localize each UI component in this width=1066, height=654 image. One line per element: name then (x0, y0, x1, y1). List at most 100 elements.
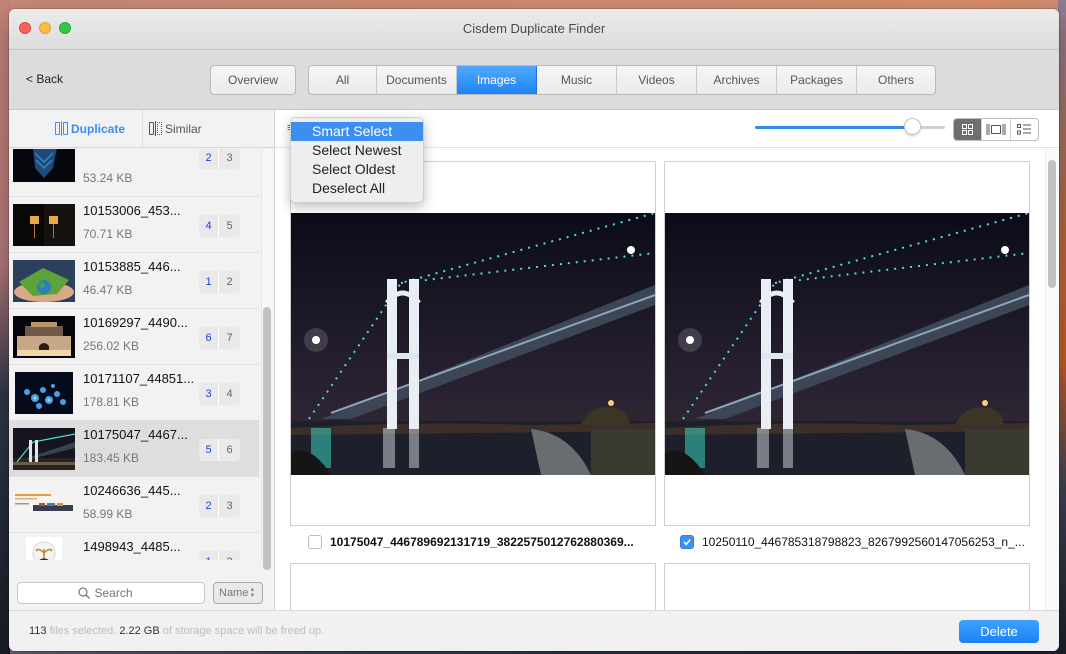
menu-item-deselect-all[interactable]: Deselect All (291, 179, 423, 198)
list-item[interactable]: 10169297_4490... 256.02 KB 6 7 (9, 309, 259, 365)
divider (142, 110, 143, 148)
filmstrip-view-button[interactable] (982, 119, 1011, 140)
list-view-button[interactable] (1011, 119, 1038, 140)
delete-button[interactable]: Delete (959, 620, 1039, 643)
slider-track (921, 126, 945, 129)
file-name: 1498943_4485... (83, 539, 181, 554)
file-thumbnail (13, 260, 75, 302)
total-count: 3 (226, 500, 233, 512)
similar-mode-button[interactable]: Similar (149, 121, 202, 136)
tab-videos[interactable]: Videos (617, 66, 697, 94)
select-checkbox[interactable] (308, 535, 322, 549)
image-caption: 10250110_446785318798823_826799256014705… (680, 535, 1025, 549)
thumbnail-size-slider[interactable] (755, 118, 945, 135)
toolbar: < Back Overview All Documents Images Mus… (9, 50, 1059, 110)
file-name: 10175047_4467... (83, 427, 188, 442)
total-count: 7 (226, 332, 233, 344)
duplicate-count-badge: 4 5 (199, 215, 240, 237)
image-card[interactable] (290, 563, 656, 610)
status-text-part: files selected. (46, 625, 120, 637)
image-card[interactable] (290, 161, 656, 526)
file-thumbnail (13, 149, 75, 182)
menu-item-select-newest[interactable]: Select Newest (291, 141, 423, 160)
selected-count: 4 (199, 215, 219, 237)
file-thumbnail (13, 316, 75, 358)
file-size: 53.24 KB (83, 171, 133, 185)
slider-fill (755, 126, 906, 129)
duplicate-icon (55, 121, 68, 136)
image-caption: 10175047_446789692131719_382257501276288… (308, 535, 634, 549)
tab-packages[interactable]: Packages (777, 66, 857, 94)
tab-others[interactable]: Others (857, 66, 935, 94)
overview-button[interactable]: Overview (210, 65, 296, 95)
file-thumbnail (26, 537, 62, 560)
duplicate-count-badge: 5 6 (199, 439, 240, 461)
file-name: 10153006_453... (83, 203, 181, 218)
view-mode-switch (953, 118, 1039, 141)
total-count: 5 (226, 220, 233, 232)
status-text-part: of storage space will be freed up. (159, 625, 325, 637)
duplicate-mode-label: Duplicate (71, 121, 126, 136)
window-title: Cisdem Duplicate Finder (462, 21, 606, 36)
menu-item-select-oldest[interactable]: Select Oldest (291, 160, 423, 179)
sidebar: Duplicate Similar 53.24 KB 2 3 10153006_… (9, 110, 275, 610)
file-size: 178.81 KB (83, 395, 140, 409)
tab-archives[interactable]: Archives (697, 66, 777, 94)
title-bar: Cisdem Duplicate Finder (9, 9, 1059, 50)
list-item[interactable]: 1498943_4485... 172.45 KB 1 2 (9, 533, 259, 560)
select-checkbox[interactable] (680, 535, 694, 549)
back-button[interactable]: < Back (26, 72, 63, 86)
tab-music[interactable]: Music (537, 66, 617, 94)
image-grid: 10175047_446789692131719_382257501276288… (275, 149, 1045, 610)
sort-label: Name (219, 587, 249, 599)
similar-mode-label: Similar (165, 121, 202, 136)
sidebar-scrollbar-thumb[interactable] (263, 307, 271, 570)
tab-all[interactable]: All (309, 66, 377, 94)
file-thumbnail (13, 204, 75, 246)
menu-item-smart-select[interactable]: Smart Select (291, 122, 423, 141)
file-name: 10171107_44851... (83, 371, 195, 386)
duplicate-count-badge: 2 3 (199, 495, 240, 517)
total-count: 4 (226, 388, 233, 400)
search-field[interactable] (17, 582, 205, 604)
grid-icon (962, 124, 974, 135)
file-size: 256.02 KB (83, 339, 140, 353)
main-scrollbar-thumb[interactable] (1048, 160, 1056, 288)
selected-count: 1 (199, 551, 219, 560)
selected-count: 2 (199, 495, 219, 517)
list-item[interactable]: 10175047_4467... 183.45 KB 5 6 (9, 421, 259, 477)
grid-view-button[interactable] (954, 119, 983, 140)
list-item[interactable]: 10246636_445... 58.99 KB 2 3 (9, 477, 259, 533)
sort-select[interactable]: Name ▲ ▼ (213, 582, 263, 604)
selected-count: 6 (199, 327, 219, 349)
search-input[interactable] (94, 586, 145, 600)
list-item[interactable]: 10153885_446... 46.47 KB 1 2 (9, 253, 259, 309)
total-count: 2 (226, 276, 233, 288)
stepper-arrows-icon: ▲ ▼ (249, 587, 256, 599)
search-icon (77, 587, 90, 599)
duplicate-count-badge: 2 3 (199, 149, 240, 169)
similar-icon (149, 121, 162, 136)
total-count: 2 (219, 551, 240, 560)
checkmark-icon (683, 539, 691, 546)
list-item[interactable]: 10171107_44851... 178.81 KB 3 4 (9, 365, 259, 421)
slider-knob[interactable] (904, 118, 921, 135)
tab-documents[interactable]: Documents (377, 66, 457, 94)
list-icon (1017, 124, 1032, 135)
image-card[interactable] (664, 563, 1030, 610)
selection-summary: 113 files selected. 2.22 GB of storage s… (29, 625, 324, 637)
desktop-background (1058, 0, 1066, 654)
smart-select-menu: Smart Select Select Newest Select Oldest… (290, 117, 424, 203)
image-card[interactable] (664, 161, 1030, 526)
duplicate-count-badge: 1 2 (199, 271, 240, 293)
freed-space-size: 2.22 GB (119, 625, 160, 637)
image-preview (665, 213, 1029, 475)
duplicate-mode-button[interactable]: Duplicate (55, 121, 125, 136)
duplicate-count-badge: 1 2 (199, 551, 240, 560)
list-item[interactable]: 53.24 KB 2 3 (9, 149, 259, 197)
file-thumbnail (13, 491, 75, 515)
tab-images[interactable]: Images (457, 66, 537, 94)
selected-files-count: 113 (29, 625, 47, 637)
file-size: 70.71 KB (83, 227, 133, 241)
list-item[interactable]: 10153006_453... 70.71 KB 4 5 (9, 197, 259, 253)
